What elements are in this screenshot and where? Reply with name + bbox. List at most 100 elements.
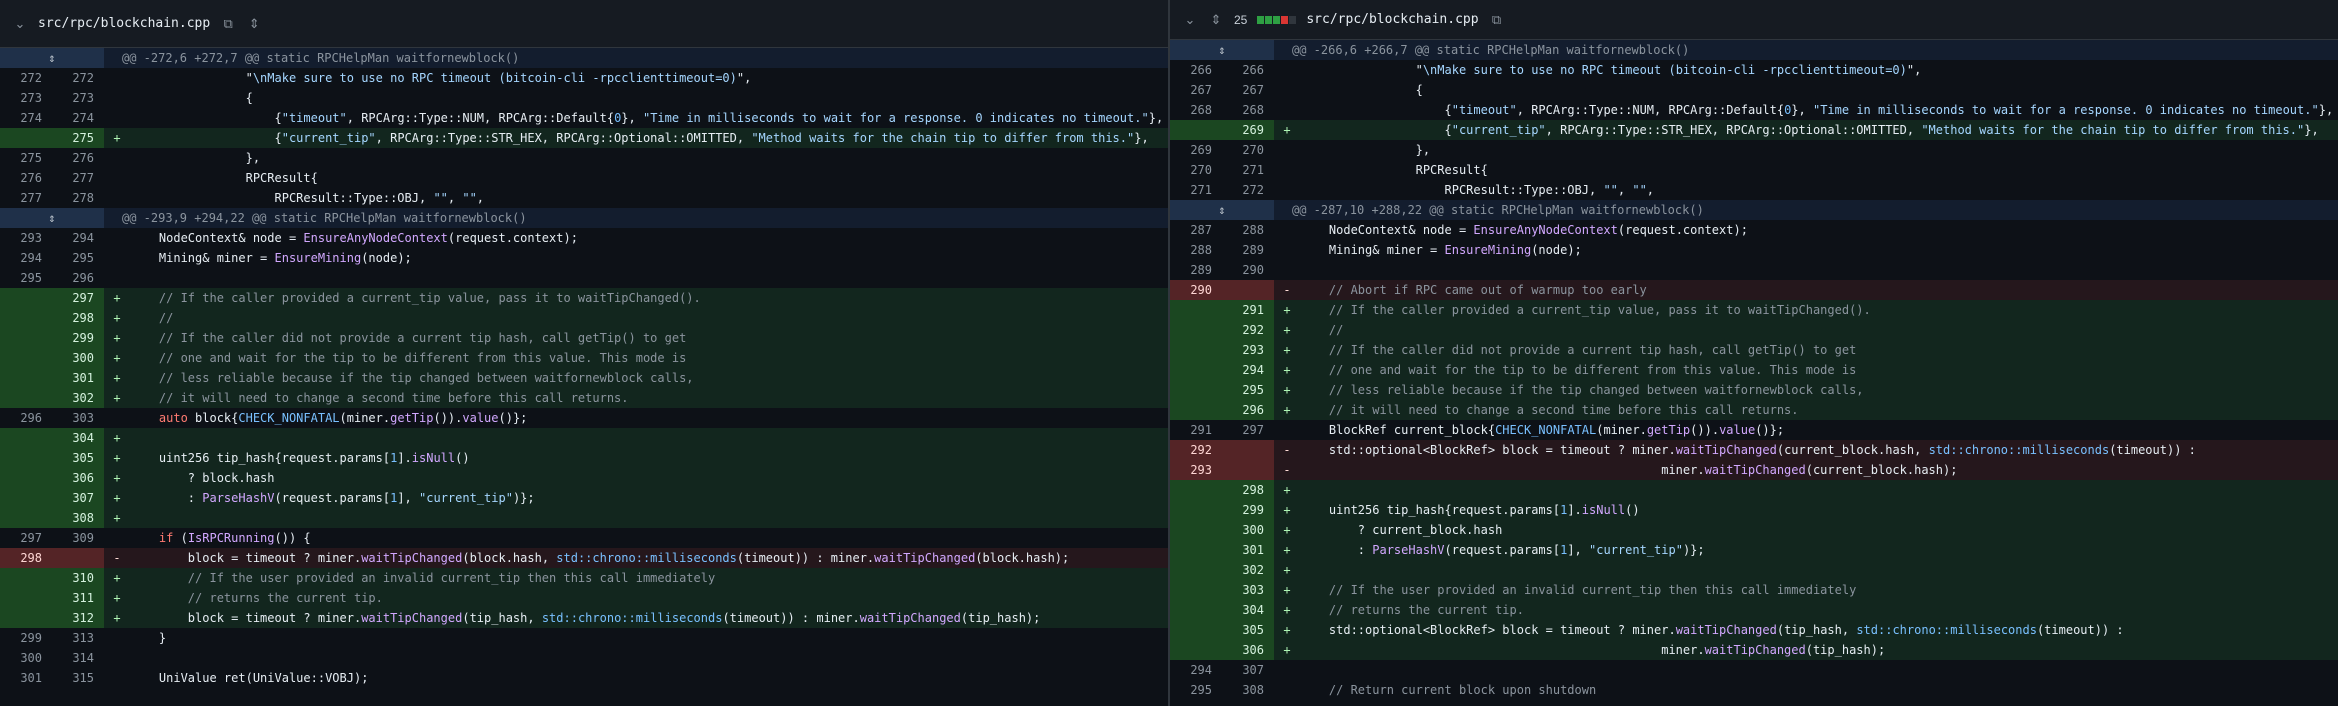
new-line-number[interactable] [1222,440,1274,460]
old-line-number[interactable]: 269 [1170,140,1222,160]
expand-hunk-icon[interactable]: ⇕ [1170,40,1274,60]
new-line-number[interactable]: 312 [52,608,104,628]
old-line-number[interactable]: 272 [0,68,52,88]
old-line-number[interactable] [1170,620,1222,640]
old-line-number[interactable] [0,468,52,488]
old-line-number[interactable] [1170,580,1222,600]
old-line-number[interactable] [1170,520,1222,540]
old-line-number[interactable] [1170,600,1222,620]
old-line-number[interactable]: 274 [0,108,52,128]
new-line-number[interactable]: 302 [52,388,104,408]
expand-hunk-icon[interactable]: ⇕ [0,48,104,68]
old-line-number[interactable] [0,328,52,348]
old-line-number[interactable] [0,128,52,148]
old-line-number[interactable] [0,428,52,448]
old-line-number[interactable]: 277 [0,188,52,208]
new-line-number[interactable]: 307 [1222,660,1274,680]
new-line-number[interactable]: 309 [52,528,104,548]
new-line-number[interactable]: 300 [1222,520,1274,540]
new-line-number[interactable] [52,548,104,568]
old-line-number[interactable]: 300 [0,648,52,668]
new-line-number[interactable]: 296 [52,268,104,288]
old-line-number[interactable] [0,488,52,508]
old-line-number[interactable] [0,388,52,408]
expand-all-icon[interactable]: ⇕ [246,16,262,32]
new-line-number[interactable]: 303 [1222,580,1274,600]
new-line-number[interactable]: 303 [52,408,104,428]
new-line-number[interactable]: 291 [1222,300,1274,320]
new-line-number[interactable]: 269 [1222,120,1274,140]
new-line-number[interactable]: 299 [52,328,104,348]
old-line-number[interactable] [1170,400,1222,420]
old-line-number[interactable] [1170,360,1222,380]
old-line-number[interactable] [0,348,52,368]
chevron-down-icon[interactable]: ⌄ [1182,12,1198,28]
old-line-number[interactable] [1170,500,1222,520]
new-line-number[interactable]: 301 [1222,540,1274,560]
new-line-number[interactable]: 300 [52,348,104,368]
new-line-number[interactable]: 306 [1222,640,1274,660]
old-line-number[interactable] [0,308,52,328]
old-line-number[interactable] [0,568,52,588]
new-line-number[interactable]: 305 [52,448,104,468]
new-line-number[interactable]: 299 [1222,500,1274,520]
new-line-number[interactable]: 308 [52,508,104,528]
new-line-number[interactable]: 298 [1222,480,1274,500]
new-line-number[interactable]: 292 [1222,320,1274,340]
old-line-number[interactable]: 296 [0,408,52,428]
old-line-number[interactable]: 273 [0,88,52,108]
old-line-number[interactable]: 299 [0,628,52,648]
old-line-number[interactable]: 267 [1170,80,1222,100]
new-line-number[interactable]: 272 [52,68,104,88]
expand-hunk-icon[interactable]: ⇕ [1170,200,1274,220]
old-line-number[interactable]: 268 [1170,100,1222,120]
new-line-number[interactable]: 307 [52,488,104,508]
new-line-number[interactable]: 289 [1222,240,1274,260]
old-line-number[interactable]: 294 [1170,660,1222,680]
new-line-number[interactable]: 314 [52,648,104,668]
old-line-number[interactable]: 292 [1170,440,1222,460]
old-line-number[interactable] [1170,640,1222,660]
old-line-number[interactable] [0,608,52,628]
new-line-number[interactable]: 273 [52,88,104,108]
new-line-number[interactable]: 301 [52,368,104,388]
old-line-number[interactable] [1170,340,1222,360]
new-line-number[interactable]: 266 [1222,60,1274,80]
old-line-number[interactable] [0,588,52,608]
new-line-number[interactable]: 297 [52,288,104,308]
old-line-number[interactable]: 293 [0,228,52,248]
new-line-number[interactable]: 305 [1222,620,1274,640]
old-line-number[interactable] [0,448,52,468]
new-line-number[interactable]: 278 [52,188,104,208]
file-name[interactable]: src/rpc/blockchain.cpp [38,16,210,31]
old-line-number[interactable]: 291 [1170,420,1222,440]
new-line-number[interactable]: 294 [52,228,104,248]
copy-icon[interactable]: ⧉ [220,16,236,32]
expand-hunk-icon[interactable]: ⇕ [0,208,104,228]
new-line-number[interactable]: 306 [52,468,104,488]
new-line-number[interactable]: 311 [52,588,104,608]
old-line-number[interactable] [0,508,52,528]
new-line-number[interactable]: 308 [1222,680,1274,700]
new-line-number[interactable]: 288 [1222,220,1274,240]
new-line-number[interactable]: 290 [1222,260,1274,280]
new-line-number[interactable] [1222,460,1274,480]
new-line-number[interactable]: 272 [1222,180,1274,200]
new-line-number[interactable]: 274 [52,108,104,128]
new-line-number[interactable]: 293 [1222,340,1274,360]
file-name[interactable]: src/rpc/blockchain.cpp [1306,12,1478,27]
old-line-number[interactable]: 266 [1170,60,1222,80]
new-line-number[interactable]: 297 [1222,420,1274,440]
copy-icon[interactable]: ⧉ [1489,12,1505,28]
new-line-number[interactable]: 313 [52,628,104,648]
new-line-number[interactable]: 310 [52,568,104,588]
new-line-number[interactable]: 296 [1222,400,1274,420]
old-line-number[interactable] [0,368,52,388]
old-line-number[interactable]: 297 [0,528,52,548]
old-line-number[interactable]: 294 [0,248,52,268]
new-line-number[interactable]: 304 [52,428,104,448]
old-line-number[interactable] [0,288,52,308]
old-line-number[interactable]: 275 [0,148,52,168]
new-line-number[interactable]: 270 [1222,140,1274,160]
old-line-number[interactable] [1170,380,1222,400]
